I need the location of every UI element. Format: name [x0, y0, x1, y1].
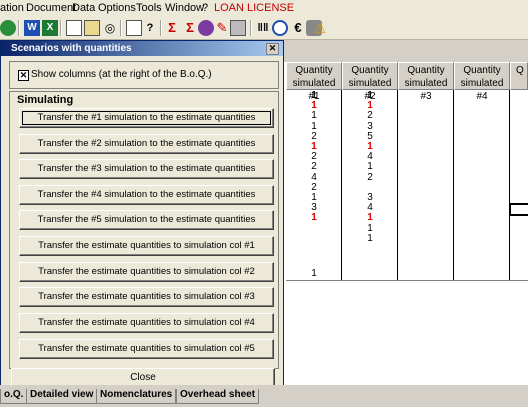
column-header-sim1[interactable]: Quantity simulated #1 [286, 62, 342, 102]
menu-item-help[interactable]: ? [202, 2, 208, 14]
transfer-estimate-to-col5-button[interactable]: Transfer the estimate quantities to simu… [19, 339, 274, 359]
show-columns-box: ✕ Show columns (at the right of the B.o.… [9, 61, 279, 89]
table-cell[interactable]: 2 [287, 162, 341, 172]
sum-total-icon[interactable]: Σ [182, 20, 198, 36]
header-line2: simulated #3 [404, 78, 448, 102]
toolbar-separator [120, 20, 122, 36]
tab-boq[interactable]: o.Q. [0, 389, 28, 404]
table-cell[interactable]: 1 [287, 213, 341, 223]
transfer-sim2-to-estimate-button[interactable]: Transfer the #2 simulation to the estima… [19, 134, 274, 154]
dialog-title: Scenarios with quantities [11, 43, 132, 54]
menu-bar: ation Document Data Options Tools Window… [0, 0, 528, 17]
tab-overhead-sheet[interactable]: Overhead sheet [176, 389, 260, 404]
table-cell[interactable]: 1 [343, 233, 397, 244]
toolbar-separator [18, 20, 20, 36]
calculator-icon[interactable] [230, 20, 246, 36]
column-header-sim3[interactable]: Quantity simulated #3 [398, 62, 454, 102]
transfer-estimate-to-col2-button[interactable]: Transfer the estimate quantities to simu… [19, 262, 274, 282]
barcode-icon[interactable]: ‖‖ [255, 20, 271, 36]
show-columns-checkbox[interactable]: ✕ [18, 70, 29, 81]
grid-bottom-line [286, 280, 528, 281]
scenarios-dialog: Scenarios with quantities ✕ ✕ Show colum… [0, 40, 284, 391]
menu-item-data[interactable]: Data [72, 2, 95, 14]
menu-item-window[interactable]: Window [165, 2, 204, 14]
binoculars-icon[interactable]: ◎ [102, 20, 118, 36]
transfer-sim1-to-estimate-button[interactable]: Transfer the #1 simulation to the estima… [19, 108, 274, 128]
table-cell[interactable]: 1 [343, 162, 397, 172]
toolbar-separator [160, 20, 162, 36]
header-line1: Quantity [295, 65, 333, 76]
menu-item-document[interactable]: Document [26, 2, 76, 14]
table-cell[interactable]: 1 [343, 213, 397, 223]
toolbar: W X ◎ ? Σ Σ ✎ ‖‖ € ⚠ [0, 17, 528, 40]
column-header-sim4[interactable]: Quantity simulated #4 [454, 62, 510, 102]
sheet-tabs-bar: o.Q. Detailed view Nomenclatures Overhea… [0, 385, 528, 407]
table-cell[interactable]: 1 [287, 111, 341, 121]
column-divider [397, 90, 398, 280]
show-columns-label: Show columns (at the right of the B.o.Q.… [31, 69, 212, 80]
header-line1: Q [516, 65, 524, 76]
transfer-estimate-to-col3-button[interactable]: Transfer the estimate quantities to simu… [19, 287, 274, 307]
table-cell[interactable]: 2 [343, 111, 397, 121]
simulating-group: Simulating Transfer the #1 simulation to… [9, 91, 279, 369]
column-header-sim2[interactable]: Quantity simulated #2 [342, 62, 398, 102]
column-divider [453, 90, 454, 280]
transfer-estimate-to-col4-button[interactable]: Transfer the estimate quantities to simu… [19, 313, 274, 333]
tab-nomenclatures[interactable]: Nomenclatures [96, 389, 177, 404]
menu-item-tools[interactable]: Tools [136, 2, 162, 14]
word-icon[interactable]: W [24, 20, 40, 36]
transfer-sim4-to-estimate-button[interactable]: Transfer the #4 simulation to the estima… [19, 185, 274, 205]
table-cell[interactable]: 1 [287, 269, 341, 279]
menu-item-options[interactable]: Options [98, 2, 136, 14]
table-cell[interactable]: 2 [343, 172, 397, 183]
copy-icon[interactable] [66, 20, 82, 36]
transfer-estimate-to-col1-button[interactable]: Transfer the estimate quantities to simu… [19, 236, 274, 256]
document-icon[interactable] [126, 20, 142, 36]
header-line1: Quantity [463, 65, 501, 76]
header-line1: Quantity [351, 65, 389, 76]
dialog-title-bar[interactable]: Scenarios with quantities ✕ [1, 41, 283, 56]
menu-item-loan-license[interactable]: LOAN LICENSE [214, 2, 294, 14]
warning-icon[interactable]: ⚠ [312, 20, 328, 36]
column-divider [341, 90, 342, 280]
toolbar-separator [250, 20, 252, 36]
euro-icon[interactable]: € [290, 20, 306, 36]
header-line1: Quantity [407, 65, 445, 76]
transfer-sim3-to-estimate-button[interactable]: Transfer the #3 simulation to the estima… [19, 159, 274, 179]
help-query-icon[interactable]: ? [142, 20, 158, 36]
boq-grid: Quantity simulated #1 Quantity simulated… [286, 62, 528, 280]
excel-icon[interactable]: X [42, 20, 58, 36]
clock-icon[interactable] [272, 20, 288, 36]
toolbar-separator [60, 20, 62, 36]
paste-icon[interactable] [84, 20, 100, 36]
header-line2: simulated #4 [460, 78, 504, 102]
selected-cell-marker [509, 203, 528, 216]
close-icon[interactable]: ✕ [266, 43, 279, 55]
menu-item-application[interactable]: ation [0, 2, 24, 14]
column-header-sim5[interactable]: Q [510, 62, 528, 90]
transfer-sim5-to-estimate-button[interactable]: Transfer the #5 simulation to the estima… [19, 210, 274, 230]
pie-chart-icon[interactable] [198, 20, 214, 36]
sum-icon[interactable]: Σ [164, 20, 180, 36]
simulating-group-label: Simulating [17, 94, 74, 106]
column-divider [509, 90, 510, 280]
pin-icon[interactable]: ✎ [214, 20, 230, 36]
tab-detailed-view[interactable]: Detailed view [26, 389, 98, 404]
globe-icon[interactable] [0, 20, 16, 36]
